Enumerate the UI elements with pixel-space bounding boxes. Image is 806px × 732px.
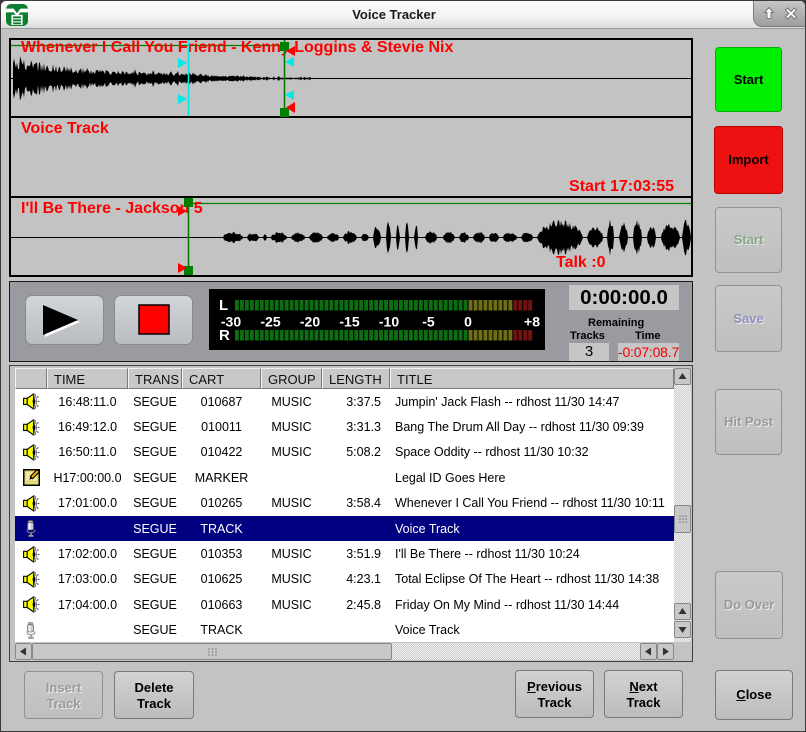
svg-text:-5: -5 xyxy=(422,314,435,330)
svg-text:+8: +8 xyxy=(524,314,540,330)
svg-text:-30: -30 xyxy=(221,314,241,330)
svg-text:-25: -25 xyxy=(260,314,280,330)
svg-text:0: 0 xyxy=(464,314,472,330)
svg-text:-10: -10 xyxy=(379,314,399,330)
svg-text:L: L xyxy=(219,297,228,314)
svg-text:R: R xyxy=(219,327,230,344)
svg-text:-20: -20 xyxy=(300,314,320,330)
svg-text:-15: -15 xyxy=(339,314,359,330)
